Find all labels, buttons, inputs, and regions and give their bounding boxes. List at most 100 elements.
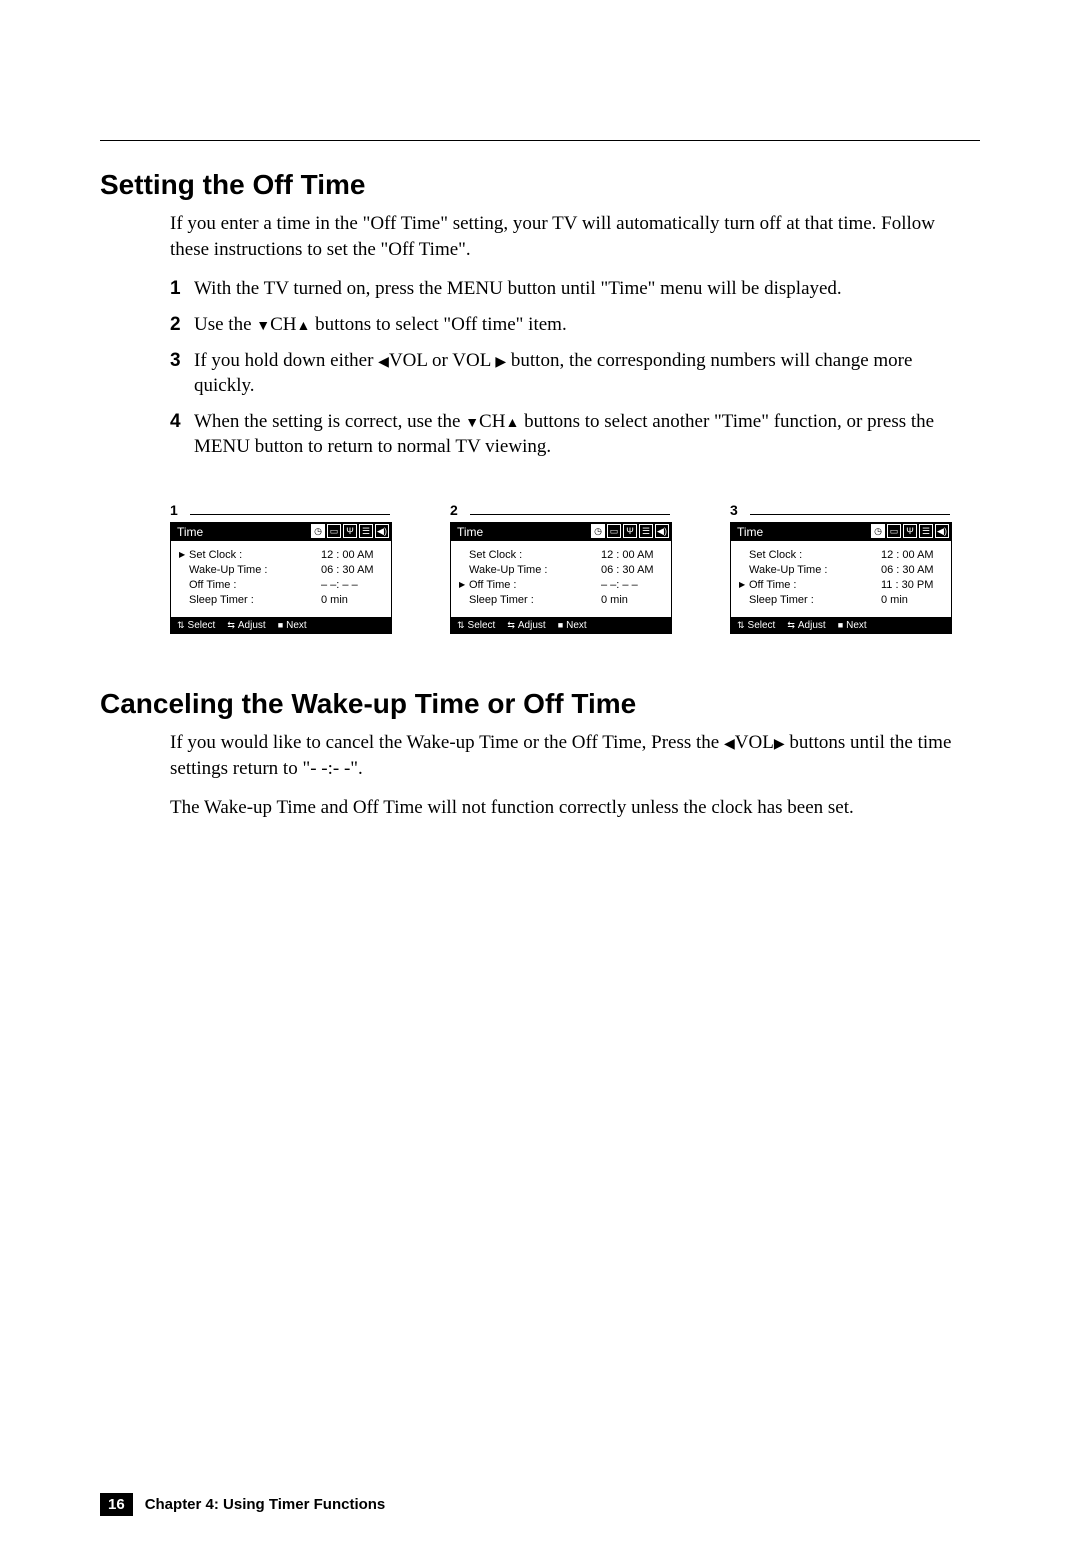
triangle-left-icon: ◀ (724, 736, 735, 755)
osd-row-value: 12 : 00 AM (321, 549, 383, 561)
heading-cancel: Canceling the Wake-up Time or Off Time (100, 688, 980, 720)
osd-screen: 2Time◷▭Ψ☰◀)Set Clock :12 : 00 AMWake-Up … (450, 504, 670, 634)
footer-symbol-icon: ■ (838, 620, 843, 630)
osd-screen: 3Time◷▭Ψ☰◀)Set Clock :12 : 00 AMWake-Up … (730, 504, 950, 634)
heading-off-time: Setting the Off Time (100, 169, 980, 201)
osd-tab-icons: ◷▭Ψ☰◀) (871, 524, 949, 538)
step-number: 2 (170, 312, 194, 338)
intro-off-time: If you enter a time in the "Off Time" se… (170, 211, 970, 262)
osd-row-label: Off Time : (469, 579, 601, 591)
osd-row-value: 0 min (601, 594, 663, 606)
osd-row-label: Wake-Up Time : (749, 564, 881, 576)
tv-icon: ▭ (607, 524, 621, 538)
osd-row-label: Set Clock : (749, 549, 881, 561)
footer-symbol-icon: ⇆ (227, 620, 235, 631)
clock-icon: ◷ (591, 524, 605, 538)
cancel-paragraph-2: The Wake-up Time and Off Time will not f… (170, 795, 970, 821)
osd-row-label: Set Clock : (469, 549, 601, 561)
osd-row: ▶Off Time :– –: – – (459, 577, 663, 592)
speaker-icon: ◀) (935, 524, 949, 538)
step-text: If you hold down either ◀VOL or VOL ▶ bu… (194, 348, 970, 399)
osd-body: Set Clock :12 : 00 AMWake-Up Time :06 : … (451, 541, 671, 617)
tv-icon: ▭ (887, 524, 901, 538)
screen-divider (470, 514, 670, 515)
osd-row-label: Off Time : (749, 579, 881, 591)
osd-row: ▶Off Time :11 : 30 PM (739, 577, 943, 592)
footer-adjust: ⇆Adjust (787, 620, 825, 631)
steps-list: 1 With the TV turned on, press the MENU … (170, 276, 970, 460)
screen-divider (190, 514, 390, 515)
footer-label: Adjust (518, 620, 546, 631)
osd-panel: Time◷▭Ψ☰◀)▶Set Clock :12 : 00 AMWake-Up … (170, 522, 392, 634)
row-marker-icon: ▶ (179, 550, 189, 559)
text-part: buttons to select "Off time" item. (310, 314, 566, 335)
osd-footer: ⇅Select ⇆Adjust ■Next (171, 617, 391, 633)
clock-icon: ◷ (311, 524, 325, 538)
footer-label: Select (468, 620, 496, 631)
osd-panel: Time◷▭Ψ☰◀)Set Clock :12 : 00 AMWake-Up T… (730, 522, 952, 634)
text-part: If you hold down either (194, 350, 378, 371)
osd-row: Set Clock :12 : 00 AM (459, 547, 663, 562)
osd-row: Wake-Up Time :06 : 30 AM (179, 562, 383, 577)
osd-row: ▶Set Clock :12 : 00 AM (179, 547, 383, 562)
step-text: Use the ▼CH▲ buttons to select "Off time… (194, 312, 970, 338)
osd-row-value: 11 : 30 PM (881, 579, 943, 591)
triangle-up-icon: ▲ (297, 318, 311, 337)
osd-titlebar: Time◷▭Ψ☰◀) (171, 523, 391, 541)
text-part: When the setting is correct, use the (194, 411, 465, 432)
footer-symbol-icon: ⇅ (737, 620, 745, 631)
page-number: 16 (100, 1493, 133, 1516)
footer-label: Select (748, 620, 776, 631)
osd-body: Set Clock :12 : 00 AMWake-Up Time :06 : … (731, 541, 951, 617)
footer-select: ⇅Select (177, 620, 215, 631)
osd-body: ▶Set Clock :12 : 00 AMWake-Up Time :06 :… (171, 541, 391, 617)
step-number: 1 (170, 276, 194, 302)
osd-row-value: – –: – – (601, 579, 663, 591)
osd-row-label: Sleep Timer : (189, 594, 321, 606)
step-number: 3 (170, 348, 194, 374)
row-marker-icon: ▶ (459, 580, 469, 589)
footer-symbol-icon: ■ (278, 620, 283, 630)
osd-panel: Time◷▭Ψ☰◀)Set Clock :12 : 00 AMWake-Up T… (450, 522, 672, 634)
osd-row-value: 0 min (321, 594, 383, 606)
text-part: VOL (735, 732, 774, 753)
antenna-icon: Ψ (903, 524, 917, 538)
speaker-icon: ◀) (375, 524, 389, 538)
footer-symbol-icon: ■ (558, 620, 563, 630)
antenna-icon: Ψ (623, 524, 637, 538)
osd-row: Sleep Timer :0 min (179, 592, 383, 607)
clock-icon: ◷ (871, 524, 885, 538)
step-number: 4 (170, 409, 194, 435)
osd-row-label: Sleep Timer : (749, 594, 881, 606)
screen-divider (750, 514, 950, 515)
osd-row: Off Time :– –: – – (179, 577, 383, 592)
antenna-icon: Ψ (343, 524, 357, 538)
osd-row: Wake-Up Time :06 : 30 AM (739, 562, 943, 577)
osd-footer: ⇅Select⇆Adjust■Next (731, 617, 951, 633)
triangle-down-icon: ▼ (256, 318, 270, 337)
step-text: When the setting is correct, use the ▼CH… (194, 409, 970, 460)
footer-label: Next (566, 620, 587, 631)
footer-next: ■Next (558, 620, 587, 631)
osd-footer: ⇅Select⇆Adjust■Next (451, 617, 671, 633)
osd-tab-icons: ◷▭Ψ☰◀) (311, 524, 389, 538)
osd-titlebar: Time◷▭Ψ☰◀) (731, 523, 951, 541)
osd-row-value: 12 : 00 AM (601, 549, 663, 561)
osd-titlebar: Time◷▭Ψ☰◀) (451, 523, 671, 541)
osd-row-value: 12 : 00 AM (881, 549, 943, 561)
screen-step-number: 2 (450, 502, 458, 518)
osd-row-label: Off Time : (189, 579, 321, 591)
footer-select: ⇅Select (737, 620, 775, 631)
footer-symbol-icon: ⇆ (787, 620, 795, 631)
screen-step-number: 3 (730, 502, 738, 518)
footer-label: Select (188, 620, 216, 631)
triangle-right-icon: ▶ (495, 354, 506, 373)
page-footer: 16 Chapter 4: Using Timer Functions (100, 1493, 385, 1516)
osd-row-value: 0 min (881, 594, 943, 606)
footer-adjust: ⇆Adjust (227, 620, 265, 631)
footer-next: ■Next (278, 620, 307, 631)
top-rule (100, 140, 980, 141)
osd-title: Time (451, 525, 483, 539)
sliders-icon: ☰ (359, 524, 373, 538)
step-text: With the TV turned on, press the MENU bu… (194, 276, 970, 302)
